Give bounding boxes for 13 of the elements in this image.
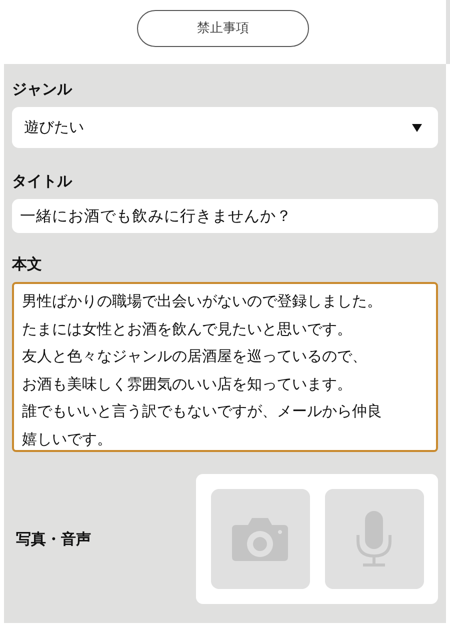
- camera-icon: [232, 517, 288, 561]
- genre-select[interactable]: 遊びたい: [12, 107, 438, 148]
- title-field[interactable]: 一緒にお酒でも飲みに行きませんか？: [12, 199, 438, 233]
- caret-icon: [412, 124, 422, 132]
- field-label: 写真・音声: [16, 530, 91, 548]
- microphone-icon: [355, 511, 393, 567]
- body-field[interactable]: 男性ばかりの職場で出会いがないので登録しました。 たまには女性とお酒を飲んで見たいと思いです。 友人と色々なジャンルの居酒屋を巡っているので、 お酒も美味しく雰囲気のいい店を知っています。 誰でもいいと言う訳でもないですが、メールから仲良 嬉しいです。: [12, 282, 438, 452]
- photo-button[interactable]: [210, 489, 310, 589]
- audio-button[interactable]: [324, 489, 424, 589]
- field-label: 本文: [12, 255, 42, 274]
- rules-button[interactable]: 禁止事項: [137, 10, 309, 46]
- field-label: ジャンル: [12, 80, 72, 99]
- field-label: タイトル: [12, 172, 72, 191]
